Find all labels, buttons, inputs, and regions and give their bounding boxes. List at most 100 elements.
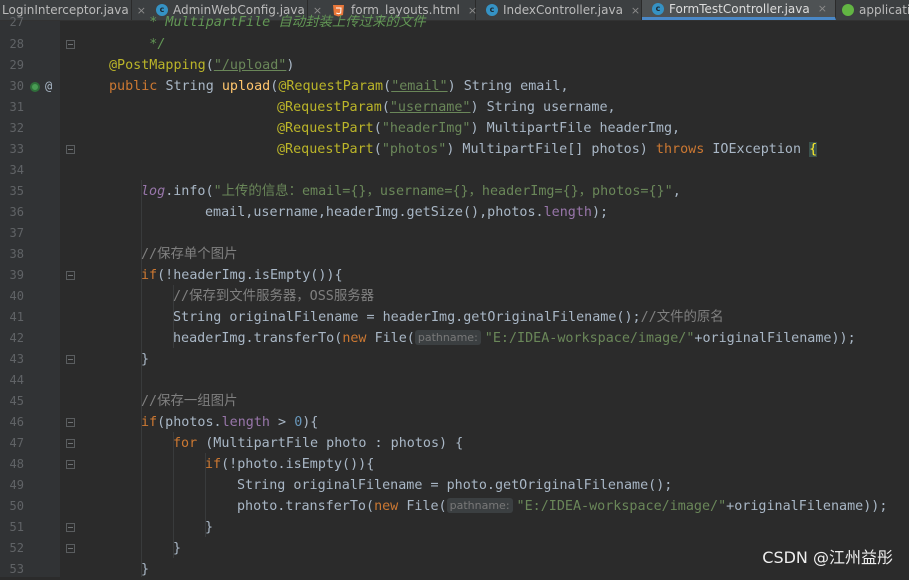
- closing-brace: }: [173, 541, 182, 556]
- fold-icon[interactable]: [66, 523, 75, 532]
- line-number: 35: [9, 184, 24, 198]
- keyword: if: [141, 268, 158, 283]
- code-line: 33 @RequestPart("photos") MultipartFile[…: [0, 139, 909, 160]
- fold-icon[interactable]: [66, 460, 75, 469]
- type: String: [165, 79, 222, 94]
- code-text: File(: [374, 331, 415, 346]
- code-text: +originalFilename));: [694, 331, 856, 346]
- javadoc-comment: * MultipartFile 自动封装上传过来的文件: [109, 15, 426, 30]
- line-number: 29: [9, 58, 24, 72]
- keyword: new: [374, 499, 407, 514]
- parameter-hint: pathname:: [414, 330, 481, 345]
- code-text: );: [591, 205, 609, 220]
- annotation: @RequestPart: [277, 142, 374, 157]
- paren: (: [205, 58, 214, 73]
- code-text: ){: [302, 415, 319, 430]
- string: "E:/IDEA-workspace/image/": [484, 331, 695, 346]
- closing-brace: }: [141, 562, 150, 577]
- line-comment: //文件的原名: [640, 310, 724, 325]
- static-field: log: [141, 184, 166, 199]
- url-string[interactable]: "/upload": [214, 58, 287, 73]
- keyword: if: [141, 415, 158, 430]
- code-line: 30 @ public String upload(@RequestParam(…: [0, 76, 909, 97]
- line-number: 52: [9, 541, 24, 555]
- code-text: (photos.: [157, 415, 222, 430]
- code-text: String originalFilename = photo.getOrigi…: [237, 478, 673, 493]
- line-number: 31: [9, 100, 24, 114]
- method-name: upload: [221, 79, 271, 94]
- matched-brace: {: [809, 142, 818, 157]
- annotation-marker-icon[interactable]: @: [45, 76, 52, 97]
- keyword: new: [342, 331, 375, 346]
- code-line: 32 @RequestPart("headerImg") MultipartFi…: [0, 118, 909, 139]
- line-number: 32: [9, 121, 24, 135]
- line-number: 42: [9, 331, 24, 345]
- code-text: (!photo.isEmpty()){: [221, 457, 375, 472]
- code-line: 40 //保存到文件服务器，OSS服务器: [0, 286, 909, 307]
- code-line: 28 */: [0, 34, 909, 55]
- code-line: 31 @RequestParam("username") String user…: [0, 97, 909, 118]
- field: length: [221, 415, 270, 430]
- line-number: 40: [9, 289, 24, 303]
- code-line: 51 }: [0, 517, 909, 538]
- code-text: ) String username,: [470, 100, 616, 115]
- code-line: 47 for (MultipartFile photo : photos) {: [0, 433, 909, 454]
- field: length: [543, 205, 592, 220]
- fold-icon[interactable]: [66, 271, 75, 280]
- code-line: 38 //保存单个图片: [0, 244, 909, 265]
- code-line: 45 //保存一组图片: [0, 391, 909, 412]
- code-line: 43 }: [0, 349, 909, 370]
- code-text: String originalFilename = headerImg.getO…: [173, 310, 641, 325]
- line-number: 43: [9, 352, 24, 366]
- fold-icon[interactable]: [66, 544, 75, 553]
- code-text: ) MultipartFile[] photos): [446, 142, 656, 157]
- code-line: 34: [0, 160, 909, 181]
- code-text: +originalFilename));: [726, 499, 888, 514]
- bean-icon[interactable]: [30, 82, 40, 92]
- closing-brace: }: [205, 520, 214, 535]
- fold-icon[interactable]: [66, 418, 75, 427]
- javadoc-comment: */: [109, 37, 166, 52]
- line-number: 44: [9, 373, 24, 387]
- line-number: 39: [9, 268, 24, 282]
- line-number: 51: [9, 520, 24, 534]
- code-text: photo.transferTo(: [237, 499, 375, 514]
- code-line: 41 String originalFilename = headerImg.g…: [0, 307, 909, 328]
- string: "headerImg": [381, 121, 471, 136]
- code-line: 48 if(!photo.isEmpty()){: [0, 454, 909, 475]
- line-number: 28: [9, 37, 24, 51]
- fold-icon[interactable]: [66, 355, 75, 364]
- string: "email": [391, 79, 448, 94]
- code-text: ) String email,: [447, 79, 569, 94]
- line-number: 34: [9, 163, 24, 177]
- line-number: 46: [9, 415, 24, 429]
- code-line: 39 if(!headerImg.isEmpty()){: [0, 265, 909, 286]
- line-number: 47: [9, 436, 24, 450]
- string: "username": [389, 100, 471, 115]
- code-text: (MultipartFile photo : photos) {: [205, 436, 464, 451]
- keyword: for: [173, 436, 206, 451]
- line-number: 38: [9, 247, 24, 261]
- string: "E:/IDEA-workspace/image/": [516, 499, 727, 514]
- paren: ): [286, 58, 295, 73]
- annotation: @RequestPart: [277, 121, 374, 136]
- string: "photos": [381, 142, 447, 157]
- code-text: >: [270, 415, 295, 430]
- annotation: @RequestParam: [278, 79, 384, 94]
- fold-icon[interactable]: [66, 439, 75, 448]
- code-line: 35 log.info("上传的信息：email={}，username={}，…: [0, 181, 909, 202]
- code-line: 29 @PostMapping("/upload"): [0, 55, 909, 76]
- line-number: 49: [9, 478, 24, 492]
- code-text: (!headerImg.isEmpty()){: [157, 268, 343, 283]
- line-number: 48: [9, 457, 24, 471]
- code-line: 46 if(photos.length > 0){: [0, 412, 909, 433]
- fold-icon[interactable]: [66, 145, 75, 154]
- line-number: 36: [9, 205, 24, 219]
- line-number: 45: [9, 394, 24, 408]
- line-number: 27: [9, 15, 24, 29]
- fold-icon[interactable]: [66, 40, 75, 49]
- code-text: headerImg.transferTo(: [173, 331, 343, 346]
- code-line: 49 String originalFilename = photo.getOr…: [0, 475, 909, 496]
- keyword: if: [205, 457, 222, 472]
- annotation: @RequestParam: [277, 100, 382, 115]
